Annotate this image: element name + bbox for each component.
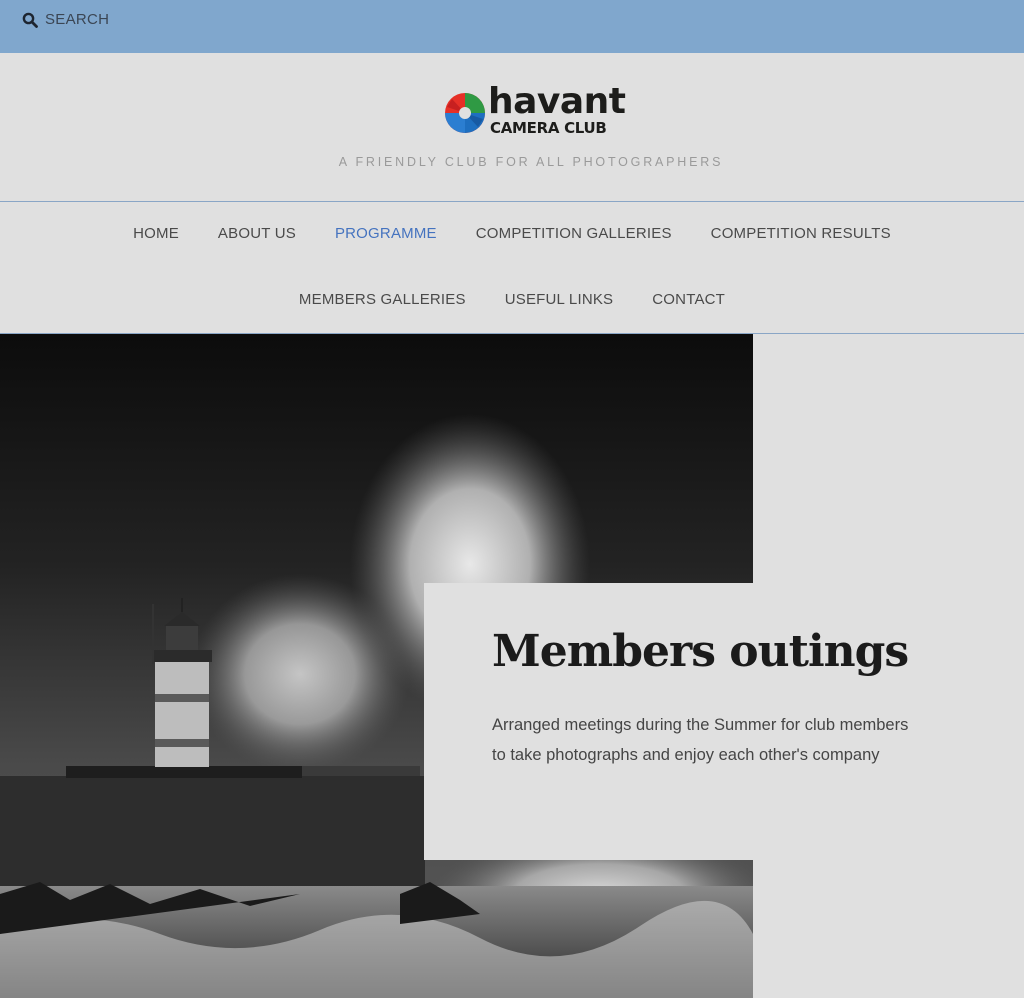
nav-item-competition-results[interactable]: COMPETITION RESULTS [711, 225, 891, 242]
nav-top-divider [0, 201, 1024, 202]
logo-subtitle: CAMERA CLUB [490, 119, 607, 137]
site-header: havant CAMERA CLUB A FRIENDLY CLUB FOR A… [0, 53, 1024, 201]
aperture-logo-icon [445, 93, 485, 133]
feature-title: Members outings [492, 626, 909, 677]
site-tagline: A FRIENDLY CLUB FOR ALL PHOTOGRAPHERS [338, 155, 724, 169]
nav-item-contact[interactable]: CONTACT [652, 291, 725, 308]
search-label: SEARCH [45, 11, 110, 28]
nav-item-programme[interactable]: PROGRAMME [335, 225, 437, 242]
site-logo[interactable]: havant CAMERA CLUB [444, 81, 626, 144]
search-icon [22, 12, 38, 28]
nav-row-primary: HOME ABOUT US PROGRAMME COMPETITION GALL… [0, 225, 1024, 242]
feature-description: Arranged meetings during the Summer for … [492, 716, 909, 764]
nav-item-useful-links[interactable]: USEFUL LINKS [505, 291, 614, 308]
nav-item-competition-galleries[interactable]: COMPETITION GALLERIES [476, 225, 672, 242]
top-bar: SEARCH [0, 0, 1024, 53]
nav-item-about-us[interactable]: ABOUT US [218, 225, 296, 242]
feature-card: Members outings Arranged meetings during… [424, 583, 1024, 860]
search-button[interactable]: SEARCH [22, 11, 109, 28]
nav-item-members-galleries[interactable]: MEMBERS GALLERIES [299, 291, 466, 308]
nav-item-home[interactable]: HOME [133, 225, 179, 242]
nav-row-secondary: MEMBERS GALLERIES USEFUL LINKS CONTACT [0, 291, 1024, 308]
